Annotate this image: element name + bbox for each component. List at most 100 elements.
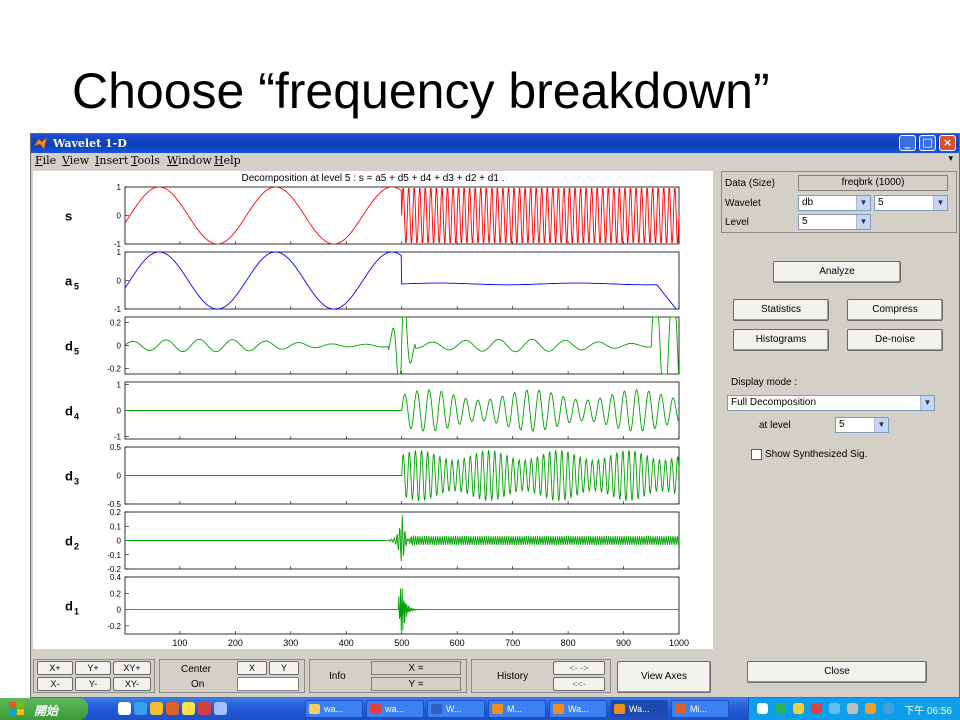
matlab-logo-icon [33, 136, 48, 150]
window-title: Wavelet 1-D [53, 137, 127, 150]
data-size-label: Data (Size) [725, 178, 776, 189]
network-icon[interactable] [829, 703, 840, 714]
x-tick-label: 100 [172, 638, 187, 648]
ie-icon[interactable] [134, 702, 147, 715]
level-value: 5 [802, 216, 808, 227]
y-tick-label: 0 [117, 407, 122, 416]
menu-view[interactable]: View [62, 154, 89, 167]
task-wavelet-1d[interactable]: Wa... [610, 700, 668, 718]
x-tick-label: 800 [561, 638, 576, 648]
at-level-select[interactable]: 5 ▼ [835, 417, 889, 433]
tray-app-icon[interactable] [811, 703, 822, 714]
task-pdf[interactable]: wa... [366, 700, 424, 718]
start-label: 開始 [34, 704, 59, 718]
task-powerpoint[interactable]: Mi... [671, 700, 729, 718]
slide-title: Choose “frequency breakdown” [72, 63, 770, 119]
panel-d2: d 20.20.10-0.1-0.2 [65, 508, 680, 574]
menu-bar: File View Insert Tools Window Help ▾ [31, 153, 959, 169]
wavelet-order-select[interactable]: 5 ▼ [874, 195, 948, 211]
show-synthesized-label: Show Synthesized Sig. [765, 449, 868, 460]
task-word[interactable]: W... [427, 700, 485, 718]
chevron-down-icon[interactable]: ▼ [856, 196, 870, 210]
y-tick-label: 1 [117, 183, 122, 192]
at-level-value: 5 [839, 419, 845, 430]
y-tick-label: -1 [114, 432, 122, 441]
minimize-button[interactable]: _ [899, 135, 916, 151]
panel-label-subscript: 1 [74, 607, 79, 617]
wavelet-family-select[interactable]: db ▼ [798, 195, 871, 211]
outlook-icon[interactable] [198, 702, 211, 715]
app-icon[interactable] [166, 702, 179, 715]
menu-window[interactable]: Window [167, 154, 212, 167]
statistics-button[interactable]: Statistics [733, 299, 829, 321]
menu-overflow-arrow-icon[interactable]: ▾ [948, 154, 953, 164]
history-reset-button[interactable]: <<- [553, 677, 605, 691]
tray-app-icon[interactable] [793, 703, 804, 714]
chevron-down-icon[interactable]: ▼ [874, 418, 888, 432]
keyboard-icon[interactable] [757, 703, 768, 714]
panel-label: d [65, 339, 73, 354]
start-button[interactable]: 開始 [0, 698, 88, 720]
show-desktop-icon[interactable] [118, 702, 131, 715]
center-y-button[interactable]: Y [269, 661, 299, 675]
menu-insert[interactable]: Insert [95, 154, 128, 167]
panel-d3: d 30.50-0.5 [65, 443, 680, 509]
zoom-xy-plus-button[interactable]: XY+ [113, 661, 151, 675]
messenger-tray-icon[interactable] [883, 703, 894, 714]
zoom-xy-minus-button[interactable]: XY- [113, 677, 151, 691]
y-tick-label: 1 [117, 381, 122, 390]
zoom-y-minus-button[interactable]: Y- [75, 677, 111, 691]
level-select[interactable]: 5 ▼ [798, 214, 871, 230]
display-mode-select[interactable]: Full Decomposition ▼ [727, 395, 935, 411]
compress-button[interactable]: Compress [847, 299, 943, 321]
history-forward-back-button[interactable]: <- -> [553, 661, 605, 675]
y-tick-label: 0 [117, 342, 122, 351]
view-axes-button[interactable]: View Axes [617, 661, 711, 693]
task-label: Wa... [568, 704, 589, 714]
y-tick-label: 0.4 [110, 573, 122, 582]
show-synthesized-checkbox[interactable] [751, 449, 762, 460]
center-on-field[interactable] [237, 677, 299, 691]
chevron-down-icon[interactable]: ▼ [933, 196, 947, 210]
messenger-icon[interactable] [182, 702, 195, 715]
chevron-down-icon[interactable]: ▼ [920, 396, 934, 410]
explorer-icon[interactable] [214, 702, 227, 715]
wavelet-family-value: db [802, 197, 814, 208]
y-tick-label: 0.5 [110, 443, 122, 452]
at-level-label: at level [759, 420, 791, 431]
menu-help[interactable]: Help [214, 154, 241, 167]
tray-app-icon[interactable] [775, 703, 786, 714]
bottom-toolbar: X+ Y+ XY+ X- Y- XY- Center On X Y Info X… [31, 655, 715, 697]
y-tick-label: 0.2 [110, 508, 122, 517]
close-window-button[interactable]: × [939, 135, 956, 151]
media-icon[interactable] [150, 702, 163, 715]
maximize-button[interactable]: □ [919, 135, 936, 151]
histograms-button[interactable]: Histograms [733, 329, 829, 351]
volume-icon[interactable] [847, 703, 858, 714]
panel-label-subscript: 5 [74, 282, 79, 292]
y-tick-label: 0 [117, 212, 122, 221]
x-tick-label: 200 [228, 638, 243, 648]
denoise-button[interactable]: De-noise [847, 329, 943, 351]
x-tick-label: 700 [505, 638, 520, 648]
history-label: History [497, 671, 529, 682]
security-icon[interactable] [865, 703, 876, 714]
title-bar[interactable]: Wavelet 1-D _ □ × [31, 134, 959, 153]
matlab-icon [614, 704, 625, 714]
control-panel: Data (Size) freqbrk (1000) Wavelet db ▼ … [717, 171, 960, 691]
menu-tools[interactable]: Tools [131, 154, 160, 167]
chevron-down-icon[interactable]: ▼ [856, 215, 870, 229]
center-x-button[interactable]: X [237, 661, 267, 675]
task-matlab[interactable]: M... [488, 700, 546, 718]
analyze-button[interactable]: Analyze [773, 261, 901, 283]
info-y-readout: Y = [371, 677, 461, 691]
zoom-x-minus-button[interactable]: X- [37, 677, 73, 691]
panel-label-subscript: 3 [74, 477, 79, 487]
close-button[interactable]: Close [747, 661, 927, 683]
task-folder[interactable]: wa... [305, 700, 363, 718]
task-wavelet-main[interactable]: Wa... [549, 700, 607, 718]
zoom-y-plus-button[interactable]: Y+ [75, 661, 111, 675]
panel-d5: d 5 0.2 0 -0.2 [65, 316, 680, 375]
zoom-x-plus-button[interactable]: X+ [37, 661, 73, 675]
menu-file[interactable]: File [35, 154, 56, 167]
